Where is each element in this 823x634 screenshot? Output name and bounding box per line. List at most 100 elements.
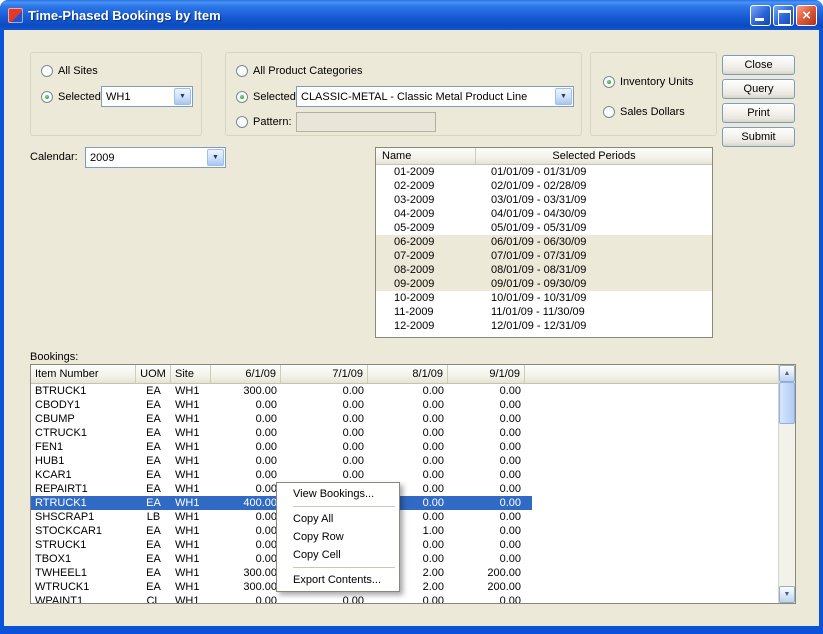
cell-site: WH1: [171, 440, 211, 454]
selected-category-radio[interactable]: Selected:: [236, 90, 299, 104]
menu-item-label: Copy Row: [293, 531, 344, 543]
table-row[interactable]: KCAR1 EA WH1 0.00 0.00 0.00 0.00: [31, 468, 532, 482]
cell-value-4: 0.00: [448, 412, 525, 426]
cell-item-number: WPAINT1: [31, 594, 136, 604]
column-header-name[interactable]: Name: [376, 148, 476, 164]
cell-value-1: 300.00: [211, 566, 281, 580]
pattern-radio[interactable]: Pattern:: [236, 115, 292, 129]
table-row[interactable]: FEN1 EA WH1 0.00 0.00 0.00 0.00: [31, 440, 532, 454]
table-row[interactable]: CBODY1 EA WH1 0.00 0.00 0.00 0.00: [31, 398, 532, 412]
period-row[interactable]: 01-2009 01/01/09 - 01/31/09: [376, 165, 712, 179]
period-range: 08/01/09 - 08/31/09: [476, 264, 586, 276]
menu-item-label: Copy Cell: [293, 549, 341, 561]
cell-value-2: 0.00: [281, 440, 368, 454]
cell-item-number: TBOX1: [31, 552, 136, 566]
category-dropdown[interactable]: CLASSIC-METAL - Classic Metal Product Li…: [296, 86, 574, 107]
table-row[interactable]: CTRUCK1 EA WH1 0.00 0.00 0.00 0.00: [31, 426, 532, 440]
chevron-down-icon[interactable]: ▼: [555, 88, 572, 105]
period-row[interactable]: 03-2009 03/01/09 - 03/31/09: [376, 193, 712, 207]
period-row[interactable]: 12-2009 12/01/09 - 12/31/09: [376, 319, 712, 333]
column-header-period-4[interactable]: 9/1/09: [448, 365, 525, 383]
app-window: Time-Phased Bookings by Item × All Sites…: [0, 0, 823, 634]
table-row[interactable]: BTRUCK1 EA WH1 300.00 0.00 0.00 0.00: [31, 384, 532, 398]
minimize-icon[interactable]: [750, 5, 771, 26]
period-row[interactable]: 04-2009 04/01/09 - 04/30/09: [376, 207, 712, 221]
menu-item[interactable]: Copy All: [279, 510, 397, 528]
period-range: 12/01/09 - 12/31/09: [476, 320, 586, 332]
inventory-units-radio[interactable]: Inventory Units: [603, 75, 693, 89]
cell-value-4: 0.00: [448, 426, 525, 440]
column-header-period-2[interactable]: 7/1/09: [281, 365, 368, 383]
cell-site: WH1: [171, 580, 211, 594]
cell-uom: EA: [136, 524, 171, 538]
column-header-period-1[interactable]: 6/1/09: [211, 365, 281, 383]
period-row[interactable]: 02-2009 02/01/09 - 02/28/09: [376, 179, 712, 193]
context-menu: View Bookings... Copy All Copy Row Copy …: [276, 482, 400, 592]
sites-group: All Sites Selected: WH1 ▼: [30, 52, 202, 136]
period-row[interactable]: 09-2009 09/01/09 - 09/30/09: [376, 277, 712, 291]
period-row[interactable]: 06-2009 06/01/09 - 06/30/09: [376, 235, 712, 249]
period-row[interactable]: 07-2009 07/01/09 - 07/31/09: [376, 249, 712, 263]
cell-item-number: STOCKCAR1: [31, 524, 136, 538]
chevron-down-icon[interactable]: ▼: [207, 149, 224, 166]
period-name: 01-2009: [376, 166, 476, 178]
period-name: 08-2009: [376, 264, 476, 276]
period-range: 02/01/09 - 02/28/09: [476, 180, 586, 192]
selected-site-radio[interactable]: Selected:: [41, 90, 104, 104]
scrollbar-thumb[interactable]: [779, 382, 795, 424]
table-row[interactable]: HUB1 EA WH1 0.00 0.00 0.00 0.00: [31, 454, 532, 468]
all-categories-label: All Product Categories: [253, 65, 362, 77]
column-header-site[interactable]: Site: [171, 365, 211, 383]
close-icon[interactable]: ×: [796, 5, 817, 26]
scroll-up-icon[interactable]: ▲: [779, 365, 795, 382]
period-range: 06/01/09 - 06/30/09: [476, 236, 586, 248]
maximize-icon[interactable]: [773, 5, 794, 26]
menu-item[interactable]: Export Contents...: [279, 571, 397, 589]
query-button[interactable]: Query: [722, 79, 795, 99]
submit-button[interactable]: Submit: [722, 127, 795, 147]
column-header-uom[interactable]: UOM: [136, 365, 171, 383]
cell-item-number: REPAIRT1: [31, 482, 136, 496]
categories-group: All Product Categories Selected: CLASSIC…: [225, 52, 582, 136]
site-dropdown[interactable]: WH1 ▼: [101, 86, 193, 107]
all-categories-radio[interactable]: All Product Categories: [236, 64, 362, 78]
cell-site: WH1: [171, 594, 211, 604]
radio-icon: [236, 65, 248, 77]
period-name: 12-2009: [376, 320, 476, 332]
period-row[interactable]: 11-2009 11/01/09 - 11/30/09: [376, 305, 712, 319]
menu-item[interactable]: [293, 506, 395, 507]
table-row[interactable]: CBUMP EA WH1 0.00 0.00 0.00 0.00: [31, 412, 532, 426]
period-row[interactable]: 10-2009 10/01/09 - 10/31/09: [376, 291, 712, 305]
cell-item-number: BTRUCK1: [31, 384, 136, 398]
menu-item[interactable]: View Bookings...: [279, 485, 397, 503]
scroll-down-icon[interactable]: ▼: [779, 586, 795, 603]
cell-uom: LB: [136, 510, 171, 524]
cell-value-4: 0.00: [448, 496, 525, 510]
period-range: 11/01/09 - 11/30/09: [476, 306, 585, 318]
vertical-scrollbar[interactable]: ▲ ▼: [778, 365, 795, 603]
cell-value-1: 0.00: [211, 398, 281, 412]
column-header-selected-periods[interactable]: Selected Periods: [476, 148, 712, 164]
cell-value-1: 0.00: [211, 454, 281, 468]
table-row[interactable]: WPAINT1 CL WH1 0.00 0.00 0.00 0.00: [31, 594, 532, 604]
calendar-dropdown[interactable]: 2009 ▼: [85, 147, 226, 168]
menu-item[interactable]: Copy Row: [279, 528, 397, 546]
chevron-down-icon[interactable]: ▼: [174, 88, 191, 105]
bookings-body: BTRUCK1 EA WH1 300.00 0.00 0.00 0.00 CBO…: [31, 384, 795, 604]
menu-item[interactable]: Copy Cell: [279, 546, 397, 564]
cell-value-1: 0.00: [211, 468, 281, 482]
close-button[interactable]: Close: [722, 55, 795, 75]
cell-value-3: 0.00: [368, 594, 448, 604]
column-header-item-number[interactable]: Item Number: [31, 365, 136, 383]
sales-dollars-radio[interactable]: Sales Dollars: [603, 105, 685, 119]
selected-site-label: Selected:: [58, 91, 104, 103]
period-row[interactable]: 05-2009 05/01/09 - 05/31/09: [376, 221, 712, 235]
period-range: 05/01/09 - 05/31/09: [476, 222, 586, 234]
cell-uom: EA: [136, 426, 171, 440]
all-sites-radio[interactable]: All Sites: [41, 64, 98, 78]
menu-item[interactable]: [293, 567, 395, 568]
print-button[interactable]: Print: [722, 103, 795, 123]
period-row[interactable]: 08-2009 08/01/09 - 08/31/09: [376, 263, 712, 277]
column-header-period-3[interactable]: 8/1/09: [368, 365, 448, 383]
cell-value-3: 0.00: [368, 398, 448, 412]
